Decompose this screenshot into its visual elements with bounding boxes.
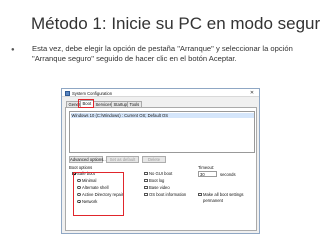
slide-title: Método 1: Inicie su PC en modo seguro bbox=[31, 14, 320, 33]
no-gui-boot-label: No GUI boot bbox=[149, 171, 173, 176]
base-video-checkbox[interactable]: Base video bbox=[144, 185, 170, 190]
dialog-titlebar: System Configuration ✕ bbox=[62, 89, 259, 97]
os-list[interactable]: Windows 10 (C:\Windows) : Current OS; De… bbox=[69, 111, 255, 153]
checkbox-box bbox=[144, 185, 148, 190]
make-permanent-checkbox[interactable]: Make all boot settings bbox=[198, 192, 244, 197]
dialog-title: System Configuration bbox=[72, 90, 113, 96]
set-as-default-button[interactable]: Set as default bbox=[106, 156, 139, 163]
os-boot-information-checkbox[interactable]: OS boot information bbox=[144, 192, 186, 197]
boot-options-label: Boot options bbox=[69, 165, 93, 170]
bullet-text: Esta vez, debe elegir la opción de pesta… bbox=[32, 44, 293, 63]
advanced-options-button[interactable]: Advanced options... bbox=[69, 156, 107, 163]
os-boot-information-label: OS boot information bbox=[149, 192, 187, 197]
timeout-label: Timeout: bbox=[198, 165, 215, 170]
bullet-marker: ● bbox=[11, 47, 15, 53]
timeout-unit: seconds bbox=[220, 172, 236, 177]
tab-bar: General Boot Services Startup Tools bbox=[66, 99, 256, 107]
checkbox-box bbox=[198, 192, 202, 197]
make-permanent-label: Make all boot settings bbox=[203, 192, 244, 197]
boot-tab-highlight bbox=[78, 98, 94, 108]
os-list-item[interactable]: Windows 10 (C:\Windows) : Current OS; De… bbox=[70, 112, 254, 118]
boot-log-label: Boot log bbox=[149, 178, 165, 183]
checkbox-box bbox=[144, 178, 148, 183]
make-permanent-label-line2: permanent bbox=[203, 197, 224, 203]
delete-button[interactable]: Delete bbox=[142, 156, 166, 163]
checkbox-box bbox=[144, 192, 148, 197]
safe-boot-highlight bbox=[73, 172, 124, 216]
checkbox-box bbox=[144, 171, 148, 176]
close-icon[interactable]: ✕ bbox=[246, 90, 258, 97]
timeout-input[interactable]: 30 bbox=[198, 171, 217, 177]
no-gui-boot-checkbox[interactable]: No GUI boot bbox=[144, 171, 172, 176]
boot-log-checkbox[interactable]: Boot log bbox=[144, 178, 164, 183]
app-icon bbox=[65, 90, 70, 96]
base-video-label: Base video bbox=[149, 185, 170, 190]
